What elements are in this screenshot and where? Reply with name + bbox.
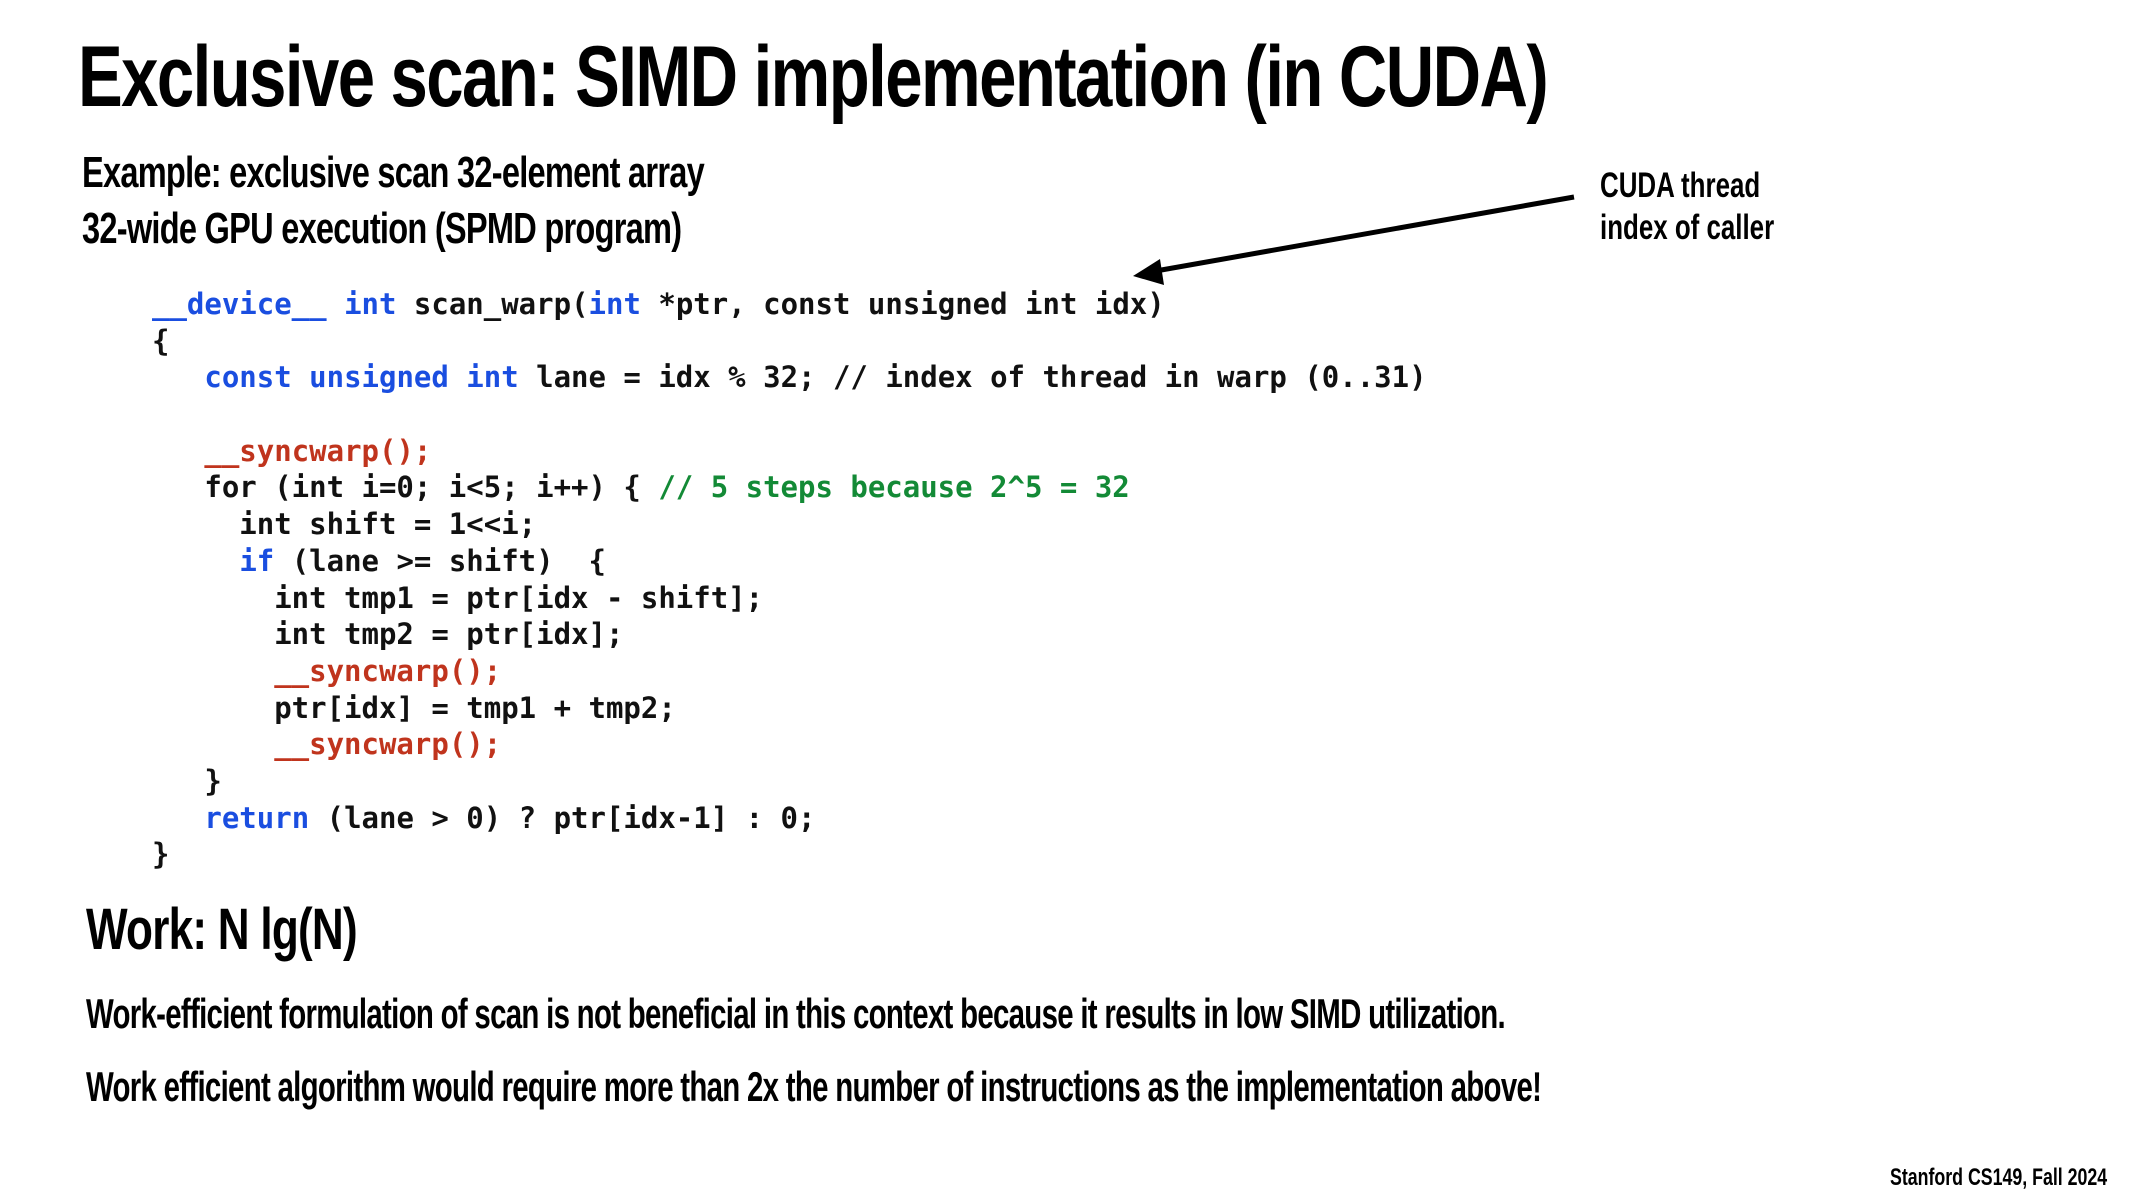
arrow-head (1133, 259, 1164, 285)
course-footer: Stanford CS149, Fall 2024 (1890, 1164, 2108, 1191)
code-text: int tmp2 = ptr[idx]; (152, 617, 624, 652)
code-line: int shift = 1<<i; (152, 506, 1427, 543)
code-text: } (152, 763, 222, 798)
code-text: (lane > 0) ? ptr[idx-1] : 0; (309, 800, 816, 835)
code-line: return (lane > 0) ? ptr[idx-1] : 0; (152, 800, 1427, 837)
note-instruction-count: Work efficient algorithm would require m… (86, 1063, 1542, 1110)
code-line: __syncwarp(); (152, 433, 1427, 470)
code-line: } (152, 836, 1427, 873)
code-line: if (lane >= shift) { (152, 543, 1427, 580)
note-work-efficient: Work-efficient formulation of scan is no… (86, 990, 1506, 1037)
code-keyword: if (239, 543, 275, 578)
code-syncwarp: __syncwarp(); (274, 727, 502, 762)
code-text: } (152, 837, 170, 872)
code-text: int shift = 1<<i; (152, 507, 537, 542)
code-block: __device__ int scan_warp(int *ptr, const… (152, 286, 1427, 873)
code-keyword: int (588, 287, 641, 321)
code-text: ptr[idx] = tmp1 + tmp2; (152, 690, 676, 725)
code-line: for (int i=0; i<5; i++) { // 5 steps bec… (152, 469, 1427, 506)
code-keyword: int (344, 287, 397, 321)
code-line: int tmp2 = ptr[idx]; (152, 616, 1427, 653)
code-text: int tmp1 = ptr[idx - shift]; (152, 580, 764, 615)
work-complexity: Work: N lg(N) (86, 897, 358, 962)
code-line: { (152, 323, 1427, 360)
code-line: } (152, 763, 1427, 800)
code-line: __syncwarp(); (152, 726, 1427, 763)
code-line: ptr[idx] = tmp1 + tmp2; (152, 690, 1427, 727)
arrow-shaft (1149, 194, 1575, 275)
code-comment: // 5 steps because 2^5 = 32 (658, 470, 1130, 505)
code-line: const unsigned int lane = idx % 32; // i… (152, 359, 1427, 396)
code-line: __device__ int scan_warp(int *ptr, const… (152, 286, 1427, 323)
code-syncwarp: __syncwarp(); (204, 433, 432, 468)
code-keyword: return (204, 800, 310, 835)
code-line: int tmp1 = ptr[idx - shift]; (152, 580, 1427, 617)
code-line: __syncwarp(); (152, 653, 1427, 690)
code-keyword: __device__ (152, 287, 327, 321)
code-text: scan_warp( (396, 287, 589, 321)
code-text: *ptr, const unsigned int idx) (640, 287, 1165, 321)
code-text: lane = idx % 32; // index of thread in w… (518, 360, 1427, 395)
code-text: for (int i=0; i<5; i++) { (152, 470, 659, 505)
code-syncwarp: __syncwarp(); (274, 653, 502, 688)
code-keyword: const unsigned int (204, 360, 519, 395)
code-text: (lane >= shift) { (274, 543, 606, 578)
code-text: { (152, 323, 170, 358)
